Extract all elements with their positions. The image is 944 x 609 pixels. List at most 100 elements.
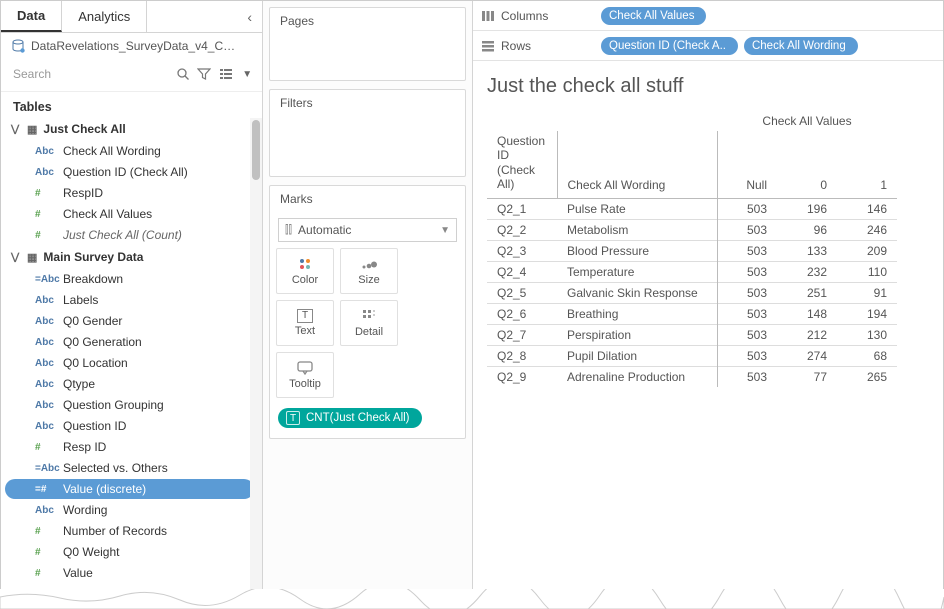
field-item[interactable]: =AbcSelected vs. Others [5,458,254,478]
col-header-1: 1 [837,131,897,198]
rows-shelf[interactable]: Rows Question ID (Check A..Check All Wor… [473,31,943,61]
filters-card-title: Filters [270,90,465,116]
field-label: Question Grouping [63,398,164,412]
string-type-icon: Abc [35,421,57,432]
field-item[interactable]: AbcQtype [5,374,254,394]
number-type-icon: # [35,230,57,241]
marks-size-button[interactable]: Size [340,248,398,294]
table-group-just-check-all[interactable]: ⋁ ▦ Just Check All [1,118,262,140]
field-item[interactable]: AbcQuestion ID [5,416,254,436]
cell-value: 209 [837,240,897,261]
field-item[interactable]: =#Value (discrete) [5,479,254,499]
string-type-icon: Abc [35,146,57,157]
view-list-icon[interactable] [217,64,235,84]
table-group-main-survey[interactable]: ⋁ ▦ Main Survey Data [1,246,262,268]
field-item[interactable]: AbcQuestion Grouping [5,395,254,415]
cell-qid: Q2_9 [487,366,557,387]
field-label: RespID [63,186,103,200]
marks-card-title: Marks [270,186,465,212]
string-type-icon: Abc [35,358,57,369]
field-item[interactable]: AbcWording [5,500,254,520]
field-item[interactable]: AbcQuestion ID (Check All) [5,162,254,182]
cell-value: 146 [837,198,897,219]
field-item[interactable]: #Just Check All (Count) [5,225,254,245]
cell-qid: Q2_6 [487,303,557,324]
field-item[interactable]: =AbcBreakdown [5,269,254,289]
field-item[interactable]: # Q0 Weight [5,542,254,562]
shelf-pill[interactable]: Check All Wording [744,37,858,55]
cell-qid: Q2_2 [487,219,557,240]
tree-scrollbar[interactable] [250,118,262,608]
marks-detail-button[interactable]: Detail [340,300,398,346]
string-type-icon: Abc [35,505,57,516]
tooltip-icon [297,360,313,376]
cell-value: 251 [777,282,837,303]
cell-value: 212 [777,324,837,345]
field-item[interactable]: AbcQ0 Gender [5,311,254,331]
shelf-pill[interactable]: Check All Values [601,7,706,25]
field-item[interactable]: AbcQ0 Generation [5,332,254,352]
field-label: Resp ID [63,440,106,454]
field-item[interactable]: #RespID [5,183,254,203]
datasource-icon [11,39,25,53]
tab-analytics[interactable]: Analytics [62,1,147,32]
search-icon[interactable] [174,64,192,84]
text-icon: T [297,309,313,323]
datasource-row[interactable]: DataRevelations_SurveyData_v4_C… [1,33,262,59]
cell-value: 246 [837,219,897,240]
table-row[interactable]: Q2_3Blood Pressure503133209 [487,240,897,261]
field-item[interactable]: AbcQ0 Location [5,353,254,373]
table-row[interactable]: Q2_9Adrenaline Production50377265 [487,366,897,387]
column-super-header: Check All Values [717,108,897,131]
table-row[interactable]: Q2_7Perspiration503212130 [487,324,897,345]
columns-label: Columns [501,9,548,23]
number-type-icon: # [35,442,57,453]
field-item[interactable]: #Value [5,563,254,583]
cell-value: 77 [777,366,837,387]
marks-tooltip-button[interactable]: Tooltip [276,352,334,398]
table-row[interactable]: Q2_4Temperature503232110 [487,261,897,282]
viz-title[interactable]: Just the check all stuff [473,61,943,104]
cell-qid: Q2_7 [487,324,557,345]
pages-card[interactable]: Pages [269,7,466,81]
field-item[interactable]: AbcCheck All Wording [5,141,254,161]
table-row[interactable]: Q2_6Breathing503148194 [487,303,897,324]
field-label: Q0 Weight [63,545,119,559]
table-row[interactable]: Q2_5Galvanic Skin Response50325191 [487,282,897,303]
shelf-pill[interactable]: Question ID (Check A.. [601,37,738,55]
field-label: Q0 Generation [63,335,142,349]
field-item[interactable]: AbcLabels [5,290,254,310]
rows-icon [481,40,495,52]
chevron-down-icon[interactable]: ▼ [239,64,257,84]
field-tree: ⋁ ▦ Just Check All AbcCheck All WordingA… [1,118,262,608]
search-input[interactable] [11,63,170,85]
filter-icon[interactable] [196,64,214,84]
collapse-sidebar-icon[interactable]: ‹ [237,1,262,32]
cell-value: 232 [777,261,837,282]
field-label: Check All Values [63,207,152,221]
field-item[interactable]: # Resp ID [5,437,254,457]
cell-value: 503 [717,282,777,303]
field-item[interactable]: #Number of Records [5,521,254,541]
columns-shelf[interactable]: Columns Check All Values [473,1,943,31]
field-item[interactable]: #Check All Values [5,204,254,224]
filters-card[interactable]: Filters [269,89,466,177]
cell-value: 503 [717,219,777,240]
marks-text-button[interactable]: T Text [276,300,334,346]
cell-value: 503 [717,198,777,219]
string-type-icon: Abc [35,316,57,327]
table-row[interactable]: Q2_8Pupil Dilation50327468 [487,345,897,366]
marks-pill-cnt[interactable]: T CNT(Just Check All) [278,408,422,428]
table-row[interactable]: Q2_2Metabolism50396246 [487,219,897,240]
number-type-icon: # [35,547,57,558]
tab-data[interactable]: Data [1,1,62,32]
table-row[interactable]: Q2_1Pulse Rate503196146 [487,198,897,219]
marks-color-button[interactable]: Color [276,248,334,294]
scrollbar-thumb[interactable] [252,120,260,180]
mark-type-label: Automatic [298,223,351,237]
col-header-0: 0 [777,131,837,198]
view-area: Columns Check All Values Rows Question I… [473,1,943,608]
columns-icon [481,10,495,22]
cell-wording: Temperature [557,261,717,282]
mark-type-dropdown[interactable]: ⫿⫿ Automatic ▼ [278,218,457,242]
